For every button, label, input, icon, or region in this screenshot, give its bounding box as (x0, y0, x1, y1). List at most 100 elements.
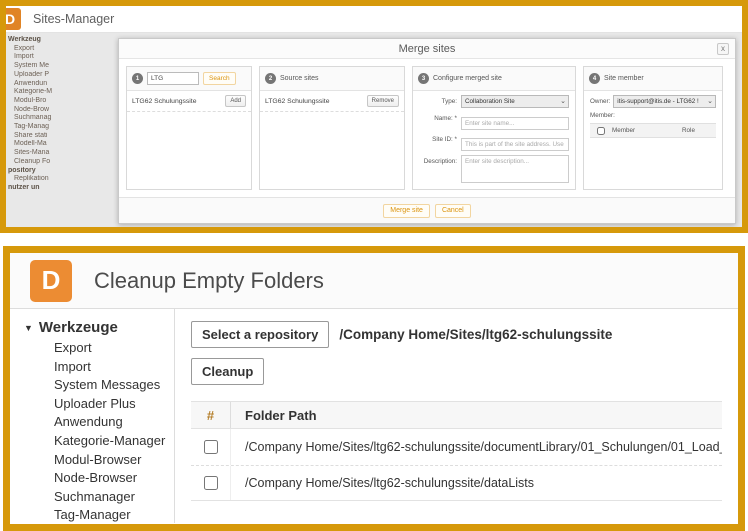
role-column-header: Role (682, 127, 716, 134)
top-sidebar-item[interactable]: Share stati (14, 132, 126, 141)
step3-number-badge: 3 (418, 73, 429, 84)
step1-number-badge: 1 (132, 73, 143, 84)
step3-configure-section: 3 Configure merged site Type: Collaborat… (412, 66, 576, 190)
tools-sidebar: ▼ Werkzeuge ExportImportSystem MessagesU… (10, 309, 175, 523)
top-sidebar-item[interactable]: Kategorie-M (14, 88, 126, 97)
owner-select[interactable]: itis-support@itis.de - LTG62 ! ⌄ (613, 95, 716, 108)
top-sidebar-item[interactable]: Sites-Mana (14, 149, 126, 158)
remove-button[interactable]: Remove (367, 95, 399, 107)
top-sidebar-item[interactable]: Anwendun (14, 80, 126, 89)
sidebar-item[interactable]: System Messages (54, 376, 174, 395)
configure-form: Type: Collaboration Site ⌄ Name: * (413, 91, 575, 190)
top-sidebar-item[interactable]: Modell-Ma (14, 140, 126, 149)
member-table-header: Member Role (590, 123, 716, 138)
top-sidebar-item[interactable]: Cleanup Fo (14, 158, 126, 167)
top-sidebar-item[interactable]: Tag-Manag (14, 123, 126, 132)
sidebar-item[interactable]: Node-Browser (54, 469, 174, 488)
step2-number-badge: 2 (265, 73, 276, 84)
type-select[interactable]: Collaboration Site ⌄ (461, 95, 569, 108)
step4-header: 4 Site member (584, 67, 722, 91)
top-sidebar-item[interactable]: nutzer un (8, 184, 126, 193)
search-result-name: LTG62 Schulungssite (132, 98, 196, 105)
search-result-row: LTG62 Schulungssite Add (127, 91, 251, 112)
sidebar-item[interactable]: Export (54, 339, 174, 358)
top-sidebar-item[interactable]: Modul-Bro (14, 97, 126, 106)
close-icon[interactable]: x (717, 43, 729, 55)
cleanup-button[interactable]: Cleanup (191, 358, 264, 385)
top-sidebar-item[interactable]: pository (8, 167, 126, 176)
description-textarea[interactable] (461, 155, 569, 183)
step3-title: Configure merged site (433, 75, 502, 82)
sidebar-item[interactable]: Modul-Browser (54, 451, 174, 470)
top-sidebar-item[interactable]: Import (14, 53, 126, 62)
merge-site-button[interactable]: Merge site (383, 204, 430, 218)
collapse-triangle-icon: ▼ (24, 323, 33, 333)
sidebar-item[interactable]: Anwendung (54, 413, 174, 432)
top-sidebar-item[interactable]: Node-Brow (14, 106, 126, 115)
step1-search-section: 1 Search LTG62 Schulungssite Add (126, 66, 252, 190)
sidebar-item[interactable]: Suchmanager (54, 488, 174, 507)
step1-header: 1 Search (127, 67, 251, 91)
sidebar-item[interactable]: Import (54, 358, 174, 377)
step2-source-sites-section: 2 Source sites LTG62 Schulungssite Remov… (259, 66, 405, 190)
top-sidebar-item[interactable]: Uploader P (14, 71, 126, 80)
row-checkbox[interactable] (204, 476, 218, 490)
sidebar-item[interactable]: Kategorie-Manager (54, 432, 174, 451)
folders-table-header: # Folder Path (191, 401, 722, 429)
page-title: Cleanup Empty Folders (94, 268, 324, 294)
app-logo-d-icon: D (30, 260, 72, 302)
top-sidebar-list: WerkzeugExportImportSystem MeUploader PA… (8, 36, 126, 193)
folder-path-column-header: Folder Path (231, 408, 722, 423)
row-checkbox[interactable] (204, 440, 218, 454)
top-sidebar-item[interactable]: Suchmanag (14, 114, 126, 123)
step4-site-member-section: 4 Site member Owner: itis-support@itis.d… (583, 66, 723, 190)
sidebar-section-label: Werkzeuge (39, 319, 118, 336)
top-sidebar-item[interactable]: Replikation (14, 175, 126, 184)
site-id-input[interactable] (461, 138, 569, 151)
name-label: Name: * (419, 112, 461, 122)
top-sidebar-item[interactable]: Export (14, 45, 126, 54)
sites-manager-window: D Sites-Manager WerkzeugExportImportSyst… (0, 0, 748, 233)
source-site-row: LTG62 Schulungssite Remove (260, 91, 404, 112)
sidebar-items-list: ExportImportSystem MessagesUploader Plus… (24, 339, 174, 523)
top-sidebar-item[interactable]: Werkzeug (8, 36, 126, 45)
search-button[interactable]: Search (203, 72, 236, 85)
app-logo-d-icon: D (0, 8, 21, 30)
site-name-input[interactable] (461, 117, 569, 130)
sidebar-item[interactable]: Uploader Plus (54, 395, 174, 414)
sites-manager-content: WerkzeugExportImportSystem MeUploader PA… (6, 33, 742, 227)
merge-sites-dialog-header: Merge sites x (119, 39, 735, 59)
table-row: /Company Home/Sites/ltg62-schulungssite/… (191, 465, 722, 501)
site-member-body: Owner: itis-support@itis.de - LTG62 ! ⌄ … (584, 91, 722, 142)
description-label: Description: (419, 155, 461, 165)
top-sidebar-item[interactable]: System Me (14, 62, 126, 71)
cancel-button[interactable]: Cancel (435, 204, 471, 218)
hash-column-header: # (191, 402, 231, 428)
select-repository-button[interactable]: Select a repository (191, 321, 329, 348)
site-search-input[interactable] (147, 72, 199, 85)
sites-manager-header: D Sites-Manager (6, 6, 742, 33)
site-id-label: Site ID: * (419, 133, 461, 143)
step2-header: 2 Source sites (260, 67, 404, 91)
merge-sites-dialog: Merge sites x 1 Search LTG62 Schulungssi… (118, 38, 736, 224)
select-all-members-checkbox[interactable] (597, 127, 605, 135)
dialog-footer: Merge site Cancel (119, 197, 735, 223)
cleanup-main: Select a repository /Company Home/Sites/… (175, 309, 738, 523)
table-row: /Company Home/Sites/ltg62-schulungssite/… (191, 429, 722, 465)
dialog-title: Merge sites (399, 43, 456, 55)
step2-title: Source sites (280, 75, 319, 82)
cleanup-empty-folders-window: D Cleanup Empty Folders ▼ Werkzeuge Expo… (3, 246, 745, 531)
cleanup-body: ▼ Werkzeuge ExportImportSystem MessagesU… (10, 309, 738, 523)
sidebar-section-werkzeuge[interactable]: ▼ Werkzeuge (24, 319, 174, 336)
cleanup-row: Cleanup (191, 358, 722, 385)
step4-title: Site member (604, 75, 644, 82)
chevron-down-icon: ⌄ (707, 97, 713, 105)
cleanup-header: D Cleanup Empty Folders (10, 253, 738, 309)
step4-number-badge: 4 (589, 73, 600, 84)
add-button[interactable]: Add (225, 95, 246, 107)
repository-row: Select a repository /Company Home/Sites/… (191, 321, 722, 348)
step3-header: 3 Configure merged site (413, 67, 575, 91)
sidebar-item[interactable]: Tag-Manager (54, 506, 174, 523)
member-column-header: Member (612, 127, 682, 134)
screenshot-stage: D Sites-Manager WerkzeugExportImportSyst… (0, 0, 748, 531)
